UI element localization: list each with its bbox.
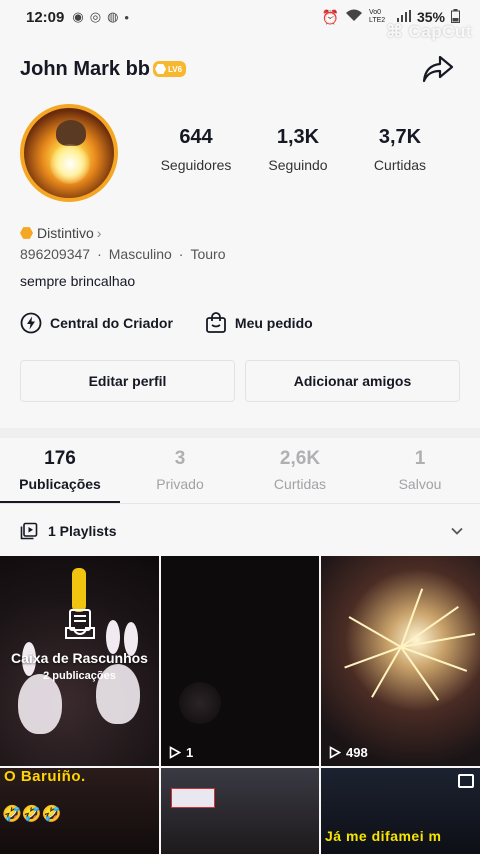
separator-dot: · xyxy=(178,246,184,262)
video-grid: Caixa de Rascunhos 2 publicações 1 498 O… xyxy=(0,556,480,854)
tab-count: 1 xyxy=(414,448,426,469)
share-icon xyxy=(422,55,454,83)
username: John Mark bb xyxy=(20,57,151,80)
edit-profile-button[interactable]: Editar perfil xyxy=(20,360,235,402)
profile-actions: Editar perfil Adicionar amigos xyxy=(20,360,460,402)
stat-label: Curtidas xyxy=(373,157,427,173)
level-badge[interactable]: LV6 xyxy=(153,61,187,77)
video-caption: Já me difamei m xyxy=(325,828,442,844)
gender: Masculino xyxy=(108,246,172,262)
video-tile[interactable] xyxy=(161,768,319,854)
drafts-tile[interactable]: Caixa de Rascunhos 2 publicações xyxy=(0,556,159,766)
profile-meta: 896209347 · Masculino · Touro xyxy=(20,246,225,262)
video-tile[interactable]: 1 xyxy=(161,556,319,766)
add-friends-button[interactable]: Adicionar amigos xyxy=(245,360,460,402)
stat-label: Seguindo xyxy=(268,157,328,173)
exclamation-sticker xyxy=(72,568,86,612)
firework-spark xyxy=(348,616,402,648)
tab-label: Publicações xyxy=(19,476,101,492)
view-count-value: 1 xyxy=(186,745,194,760)
tab-count: 2,6K xyxy=(279,448,321,469)
bag-icon xyxy=(206,312,226,333)
capcut-watermark: ⌘ CapCut xyxy=(385,22,472,41)
bio: sempre brincalhao xyxy=(20,273,136,289)
multi-image-icon xyxy=(458,774,474,788)
avatar-glow xyxy=(50,144,90,184)
video-tile[interactable]: 498 xyxy=(321,556,480,766)
chevron-down-icon xyxy=(451,527,463,535)
view-count-value: 498 xyxy=(346,745,368,760)
badge-link[interactable]: Distintivo › xyxy=(20,225,101,241)
zodiac-sign: Touro xyxy=(190,246,226,262)
stat-label: Seguidores xyxy=(160,157,232,173)
video-caption: O Baruiño. xyxy=(4,768,86,785)
tab-liked[interactable]: 2,6K Curtidas xyxy=(240,448,360,503)
messenger-icon: ◉ xyxy=(72,9,84,24)
share-button[interactable] xyxy=(422,54,454,84)
profile-header: John Mark bb LV6 xyxy=(20,52,460,86)
banner-shape xyxy=(171,788,215,808)
tab-count: 3 xyxy=(174,448,186,469)
draft-icon xyxy=(65,609,95,639)
level-label: LV6 xyxy=(168,64,183,74)
tab-private[interactable]: 3 Privado xyxy=(120,448,240,503)
playlists-label: 1 Playlists xyxy=(48,523,117,539)
dot-icon: • xyxy=(124,9,129,25)
content-tabs: 176 Publicações 3 Privado 2,6K Curtidas … xyxy=(0,448,480,504)
bunny-ear xyxy=(106,620,120,654)
section-divider xyxy=(0,428,480,438)
wifi-icon xyxy=(345,9,363,25)
stat-value: 3,7K xyxy=(378,126,422,148)
quick-links: Central do Criador Meu pedido xyxy=(20,312,313,334)
tab-saved[interactable]: 1 Salvou xyxy=(360,448,480,503)
stat-following[interactable]: 1,3K Seguindo xyxy=(250,126,346,173)
creator-center-link[interactable]: Central do Criador xyxy=(20,312,173,334)
tab-label: Salvou xyxy=(398,476,442,492)
separator-dot: · xyxy=(97,246,102,262)
video-thumb-shape xyxy=(179,682,221,724)
badge-hex-icon xyxy=(20,227,33,239)
video-emojis: 🤣🤣🤣 xyxy=(2,806,62,823)
play-icon xyxy=(169,746,181,759)
hex-icon xyxy=(155,64,167,74)
tab-count: 176 xyxy=(44,448,76,469)
avatar[interactable] xyxy=(20,104,118,202)
app-icon: ◎ xyxy=(89,9,102,24)
badge-label: Distintivo xyxy=(37,225,94,241)
status-time: 12:09 xyxy=(26,8,65,26)
stat-likes[interactable]: 3,7K Curtidas xyxy=(352,126,448,173)
playlist-icon xyxy=(20,522,38,540)
bolt-icon xyxy=(20,312,42,334)
stat-value: 1,3K xyxy=(276,126,320,148)
stat-value: 644 xyxy=(179,126,213,148)
alarm-icon: ⏰ xyxy=(321,8,339,25)
tab-label: Curtidas xyxy=(273,476,327,492)
my-order-link[interactable]: Meu pedido xyxy=(205,312,313,334)
user-id: 896209347 xyxy=(20,246,91,262)
video-tile[interactable]: Já me difamei m xyxy=(321,768,480,854)
bunny-sticker xyxy=(18,674,62,734)
avatar-figure xyxy=(56,120,86,146)
drafts-count: 2 publicações xyxy=(43,670,116,682)
tab-posts[interactable]: 176 Publicações xyxy=(0,448,120,503)
my-order-label: Meu pedido xyxy=(234,315,313,331)
chevron-right-icon: › xyxy=(96,225,102,241)
drafts-title: Caixa de Rascunhos xyxy=(11,650,148,666)
status-notification-icons: ◉ ◎ ◍ • xyxy=(72,9,129,25)
play-icon xyxy=(329,746,341,759)
creator-center-label: Central do Criador xyxy=(50,315,173,331)
view-count: 498 xyxy=(329,745,368,760)
video-tile[interactable]: O Baruiño. 🤣🤣🤣 xyxy=(0,768,159,854)
view-count: 1 xyxy=(169,745,193,760)
playlists-row[interactable]: 1 Playlists xyxy=(20,519,464,543)
profile-stats: 644 Seguidores 1,3K Seguindo 3,7K Curtid… xyxy=(148,126,448,173)
stat-followers[interactable]: 644 Seguidores xyxy=(148,126,244,173)
app-icon-2: ◍ xyxy=(107,9,119,24)
tab-label: Privado xyxy=(156,476,204,492)
